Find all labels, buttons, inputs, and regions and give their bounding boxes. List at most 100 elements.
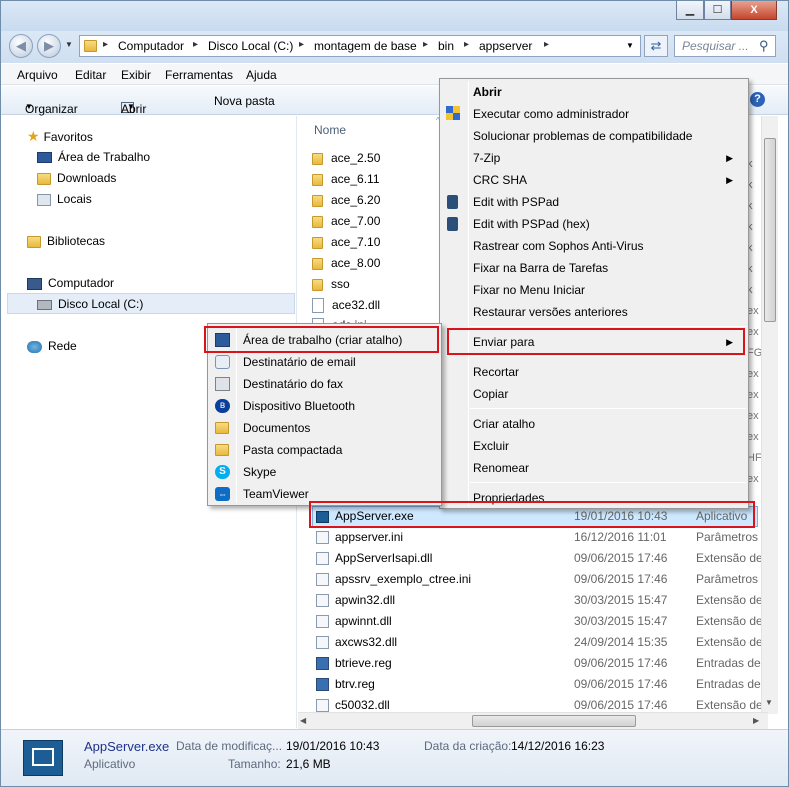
menu-ajuda[interactable]: Ajuda <box>246 68 277 82</box>
submenu-item-compressed[interactable]: Pasta compactada <box>243 439 342 461</box>
title-bar: ▁ ☐ X <box>1 1 788 31</box>
submenu-item-bluetooth[interactable]: Dispositivo Bluetooth <box>243 395 355 417</box>
computer-icon <box>27 277 42 290</box>
breadcrumb-chevron-icon: ▸ <box>423 39 429 50</box>
nav-libraries[interactable]: Bibliotecas <box>27 231 105 251</box>
disk-icon <box>37 299 52 310</box>
address-bar[interactable]: ▸ Computador ▸ Disco Local (C:) ▸ montag… <box>79 35 641 57</box>
dll-file-icon <box>316 594 329 608</box>
details-size-value: 21,6 MB <box>286 757 331 771</box>
settings-file-icon <box>316 531 329 545</box>
menu-item-cut[interactable]: Recortar <box>473 361 519 383</box>
column-header-name[interactable]: Nome <box>314 123 346 137</box>
menu-item-pin-start[interactable]: Fixar no Menu Iniciar <box>473 279 585 301</box>
scroll-left-icon[interactable]: ◀ <box>300 716 306 725</box>
back-button[interactable]: ◀ <box>9 34 33 58</box>
fax-icon <box>215 377 230 391</box>
submenu-item-fax[interactable]: Destinatário do fax <box>243 373 343 395</box>
maximize-button[interactable]: ☐ <box>704 1 731 20</box>
menu-separator <box>470 408 746 409</box>
nav-computer[interactable]: Computador <box>27 273 114 293</box>
hscrollbar-thumb[interactable] <box>472 715 636 727</box>
menu-editar[interactable]: Editar <box>75 68 106 82</box>
bluetooth-icon: ʙ <box>215 399 230 413</box>
menu-arquivo[interactable]: Arquivo <box>17 68 58 82</box>
breadcrumb-montagem[interactable]: montagem de base <box>314 39 417 53</box>
table-row[interactable]: btrieve.reg 09/06/2015 17:46 Entradas de r <box>312 653 768 674</box>
breadcrumb-appserver[interactable]: appserver <box>479 39 532 53</box>
table-row[interactable]: AppServerIsapi.dll 09/06/2015 17:46 Extens… <box>312 548 773 569</box>
forward-button[interactable]: ▶ <box>37 34 61 58</box>
details-created-label: Data da criação: <box>424 739 512 753</box>
breadcrumb-computer[interactable]: Computador <box>118 39 184 53</box>
details-modified-value: 19/01/2016 10:43 <box>286 739 380 753</box>
menu-item-restore[interactable]: Restaurar versões anteriores <box>473 301 628 323</box>
search-icon[interactable]: ⚲ <box>759 38 769 54</box>
pspad-hex-icon <box>447 217 458 231</box>
scroll-right-icon[interactable]: ▶ <box>753 716 759 725</box>
menu-item-open[interactable]: Abrir <box>473 81 502 103</box>
recent-pages-icon[interactable]: ▼ <box>65 40 73 49</box>
desktop-icon <box>37 152 52 164</box>
list-right-edge-text: k k k k k k k ex ex FG ex ex ex ex HF ex <box>747 158 763 485</box>
chevron-down-icon: ▼ <box>25 102 33 111</box>
menu-item-7zip[interactable]: 7-Zip ▶ <box>473 147 743 169</box>
nav-network[interactable]: Rede <box>27 336 77 356</box>
star-icon: ★ <box>27 128 40 144</box>
submenu-item-skype[interactable]: Skype <box>243 461 276 483</box>
table-row[interactable]: apwin32.dll 30/03/2015 15:47 Extensão de a <box>312 590 773 611</box>
breadcrumb-local-disk[interactable]: Disco Local (C:) <box>208 39 293 53</box>
menu-item-create-shortcut[interactable]: Criar atalho <box>473 413 535 435</box>
menu-item-pspad-hex[interactable]: Edit with PSPad (hex) <box>473 213 590 235</box>
submenu-item-documents[interactable]: Documentos <box>243 417 310 439</box>
table-row[interactable]: axcws32.dll 24/09/2014 15:35 Extensão de a <box>312 632 773 653</box>
search-input[interactable]: Pesquisar ... <box>682 39 749 53</box>
table-row[interactable]: btrv.reg 09/06/2015 17:46 Entradas de r <box>312 674 768 695</box>
menu-ferramentas[interactable]: Ferramentas <box>165 68 233 82</box>
menu-item-copy[interactable]: Copiar <box>473 383 508 405</box>
details-kind: Aplicativo <box>84 757 136 771</box>
search-box[interactable]: Pesquisar ... ⚲ <box>674 35 776 57</box>
table-row[interactable]: appserver.ini 16/12/2016 11:01 Parâmetros … <box>312 527 775 548</box>
nav-places[interactable]: Locais <box>37 189 92 209</box>
help-icon[interactable]: ? <box>750 92 765 107</box>
menu-item-troubleshoot[interactable]: Solucionar problemas de compatibilidade <box>473 125 692 147</box>
menu-item-sophos[interactable]: Rastrear com Sophos Anti-Virus <box>473 235 644 257</box>
menu-item-run-as-admin[interactable]: Executar como administrador <box>473 103 629 125</box>
new-folder-button[interactable]: Nova pasta <box>214 94 275 108</box>
annotation-box-appserver-exe <box>309 501 755 528</box>
breadcrumb-bin[interactable]: bin <box>438 39 454 53</box>
scrollbar-thumb[interactable] <box>764 138 776 322</box>
menu-item-crc-sha[interactable]: CRC SHA ▶ <box>473 169 743 191</box>
horizontal-scrollbar[interactable]: ◀ ▶ <box>298 712 768 729</box>
vertical-scrollbar[interactable]: ▼ <box>761 116 778 714</box>
breadcrumb-chevron-icon: ▸ <box>464 39 470 50</box>
folder-icon <box>312 278 323 291</box>
application-large-icon <box>23 740 63 776</box>
menu-item-pspad[interactable]: Edit with PSPad <box>473 191 559 213</box>
submenu-item-teamviewer[interactable]: TeamViewer <box>243 483 309 505</box>
nav-local-disk[interactable]: Disco Local (C:) <box>37 294 143 314</box>
refresh-button[interactable]: ⇄ <box>644 35 668 57</box>
nav-desktop[interactable]: Área de Trabalho <box>37 147 150 167</box>
address-dropdown-icon[interactable]: ▼ <box>626 41 634 50</box>
places-icon <box>37 193 51 206</box>
registry-file-icon <box>316 678 329 692</box>
close-button[interactable]: X <box>731 1 777 20</box>
context-menu: Abrir Executar como administrador Soluci… <box>439 78 749 509</box>
submenu-arrow-icon: ▶ <box>726 153 733 163</box>
uac-shield-icon <box>446 106 461 121</box>
menu-item-rename[interactable]: Renomear <box>473 457 529 479</box>
table-row[interactable]: apssrv_exemplo_ctree.ini 09/06/2015 17:46… <box>312 569 775 590</box>
minimize-button[interactable]: ▁ <box>676 1 704 20</box>
scroll-down-icon[interactable]: ▼ <box>765 698 773 707</box>
menu-exibir[interactable]: Exibir <box>121 68 151 82</box>
dll-file-icon <box>312 298 324 314</box>
menu-item-delete[interactable]: Excluir <box>473 435 509 457</box>
nav-favorites[interactable]: ★ Favoritos <box>27 126 93 146</box>
submenu-item-email[interactable]: Destinatário de email <box>243 351 356 373</box>
refresh-icon: ⇄ <box>650 38 662 53</box>
table-row[interactable]: apwinnt.dll 30/03/2015 15:47 Extensão de a <box>312 611 773 632</box>
menu-item-pin-taskbar[interactable]: Fixar na Barra de Tarefas <box>473 257 608 279</box>
nav-downloads[interactable]: Downloads <box>37 168 116 188</box>
